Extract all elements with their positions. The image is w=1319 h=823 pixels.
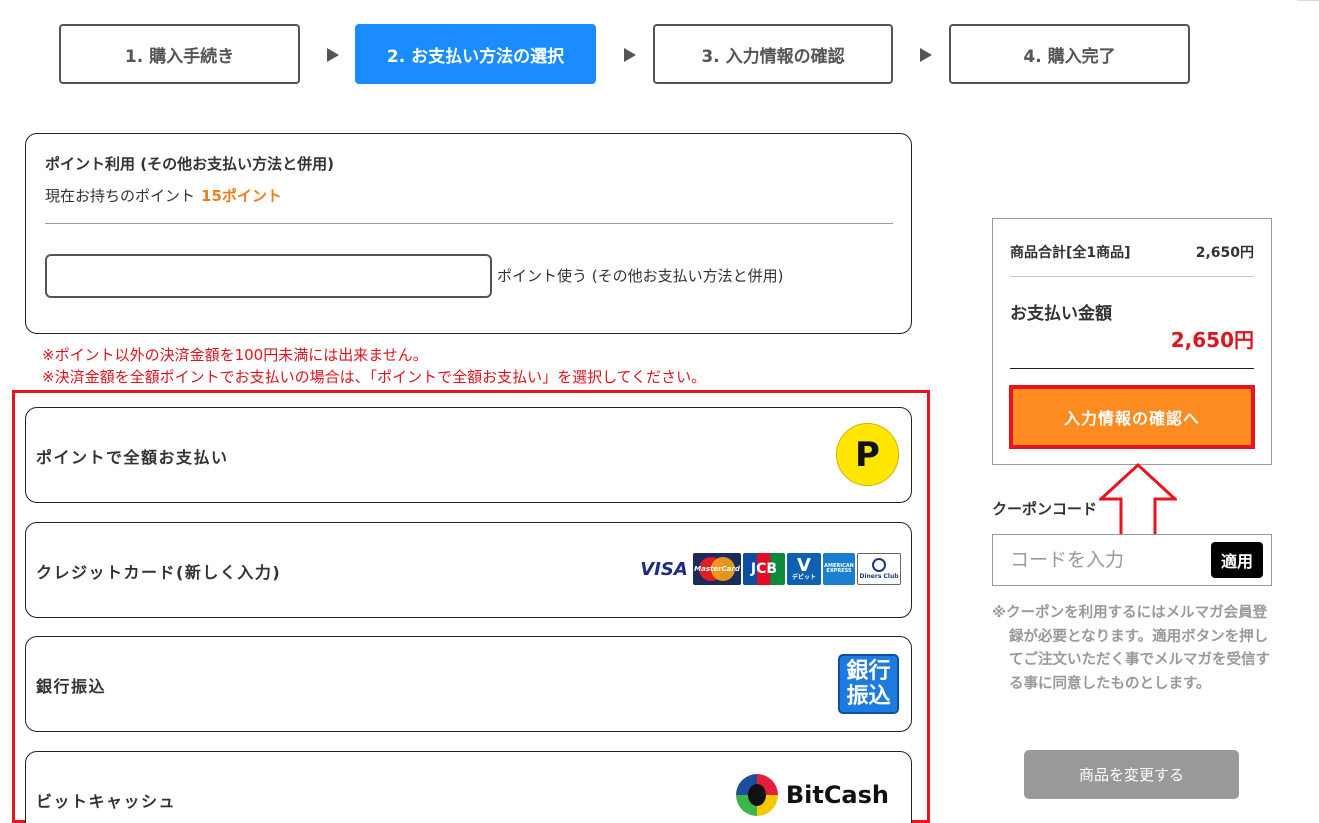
- method-label: ビットキャッシュ: [36, 792, 177, 811]
- step-arrow-icon: [920, 48, 932, 62]
- method-bitcash[interactable]: ビットキャッシュ BitCash: [25, 751, 912, 823]
- method-credit-card[interactable]: クレジットカード(新しく入力) VISA MasterCard JCB V デビッ…: [25, 522, 912, 618]
- method-label: クレジットカード(新しく入力): [36, 563, 282, 582]
- note-line: ※決済金額を全額ポイントでお支払いの場合は、「ポイントで全額お支払い」を選択して…: [42, 368, 707, 386]
- change-product-button[interactable]: 商品を変更する: [1024, 750, 1239, 799]
- amex-icon: AMERICAN EXPRESS: [823, 553, 855, 585]
- diners-icon: Diners Club: [857, 553, 901, 585]
- points-notes: ※ポイント以外の決済金額を100円未満には出来ません。 ※決済金額を全額ポイント…: [42, 344, 706, 388]
- jcb-icon: JCB: [743, 553, 785, 585]
- total-value: 2,650円: [1170, 328, 1254, 352]
- order-summary: 商品合計[全1商品] 2,650円 お支払い金額 2,650円 入力情報の確認へ: [992, 218, 1272, 465]
- points-current-label: 現在お持ちのポイント: [45, 187, 196, 205]
- vpass-icon: V デビット: [787, 553, 821, 585]
- step-arrow-icon: [327, 48, 339, 62]
- divider: [1010, 276, 1254, 277]
- note-line: ※ポイント以外の決済金額を100円未満には出来ません。: [42, 346, 428, 364]
- coupon-box: 適用: [992, 534, 1272, 586]
- top-divider: [1297, 0, 1319, 1]
- method-points-full[interactable]: ポイントで全額お支払い P: [25, 407, 912, 503]
- visa-icon: VISA: [637, 553, 691, 585]
- card-brands: VISA MasterCard JCB V デビット AMERICAN EXPRE…: [637, 553, 901, 585]
- step-3: 3. 入力情報の確認: [653, 24, 893, 84]
- points-input[interactable]: [45, 254, 492, 298]
- mastercard-icon: MasterCard: [693, 553, 741, 585]
- points-current-value: 15ポイント: [201, 187, 282, 205]
- bitcash-icon: BitCash: [735, 774, 889, 816]
- method-label: ポイントで全額お支払い: [36, 448, 229, 467]
- coupon-apply-button[interactable]: 適用: [1211, 542, 1263, 578]
- divider: [45, 223, 893, 224]
- step-2: 2. お支払い方法の選択: [355, 24, 596, 84]
- subtotal-row: 商品合計[全1商品] 2,650円: [1010, 242, 1254, 262]
- bank-transfer-icon: 銀行 振込: [838, 654, 899, 714]
- points-input-label: ポイント使う (その他お支払い方法と併用): [497, 267, 784, 285]
- step-1: 1. 購入手続き: [59, 24, 300, 84]
- coupon-label: クーポンコード: [992, 500, 1098, 518]
- step-4: 4. 購入完了: [949, 24, 1190, 84]
- points-title: ポイント利用 (その他お支払い方法と併用): [45, 155, 334, 173]
- coupon-note: ※クーポンを利用するにはメルマガ会員登録が必要となります。適用ボタンを押してご注…: [992, 605, 1270, 692]
- subtotal-label: 商品合計[全1商品]: [1010, 245, 1131, 261]
- method-bank-transfer[interactable]: 銀行振込 銀行 振込: [25, 636, 912, 732]
- step-arrow-icon: [624, 48, 636, 62]
- method-label: 銀行振込: [36, 677, 107, 696]
- point-p-icon: P: [836, 423, 899, 486]
- confirm-button[interactable]: 入力情報の確認へ: [1009, 385, 1255, 449]
- points-section: ポイント利用 (その他お支払い方法と併用) 現在お持ちのポイント 15ポイント ポ…: [25, 133, 912, 334]
- coupon-input[interactable]: [994, 536, 1204, 584]
- subtotal-value: 2,650円: [1195, 245, 1254, 261]
- total-label: お支払い金額: [1010, 304, 1112, 324]
- up-arrow-icon: [1099, 463, 1177, 545]
- points-current: 現在お持ちのポイント 15ポイント: [45, 185, 282, 206]
- bitcash-logo-icon: [735, 774, 778, 816]
- divider: [1010, 368, 1254, 369]
